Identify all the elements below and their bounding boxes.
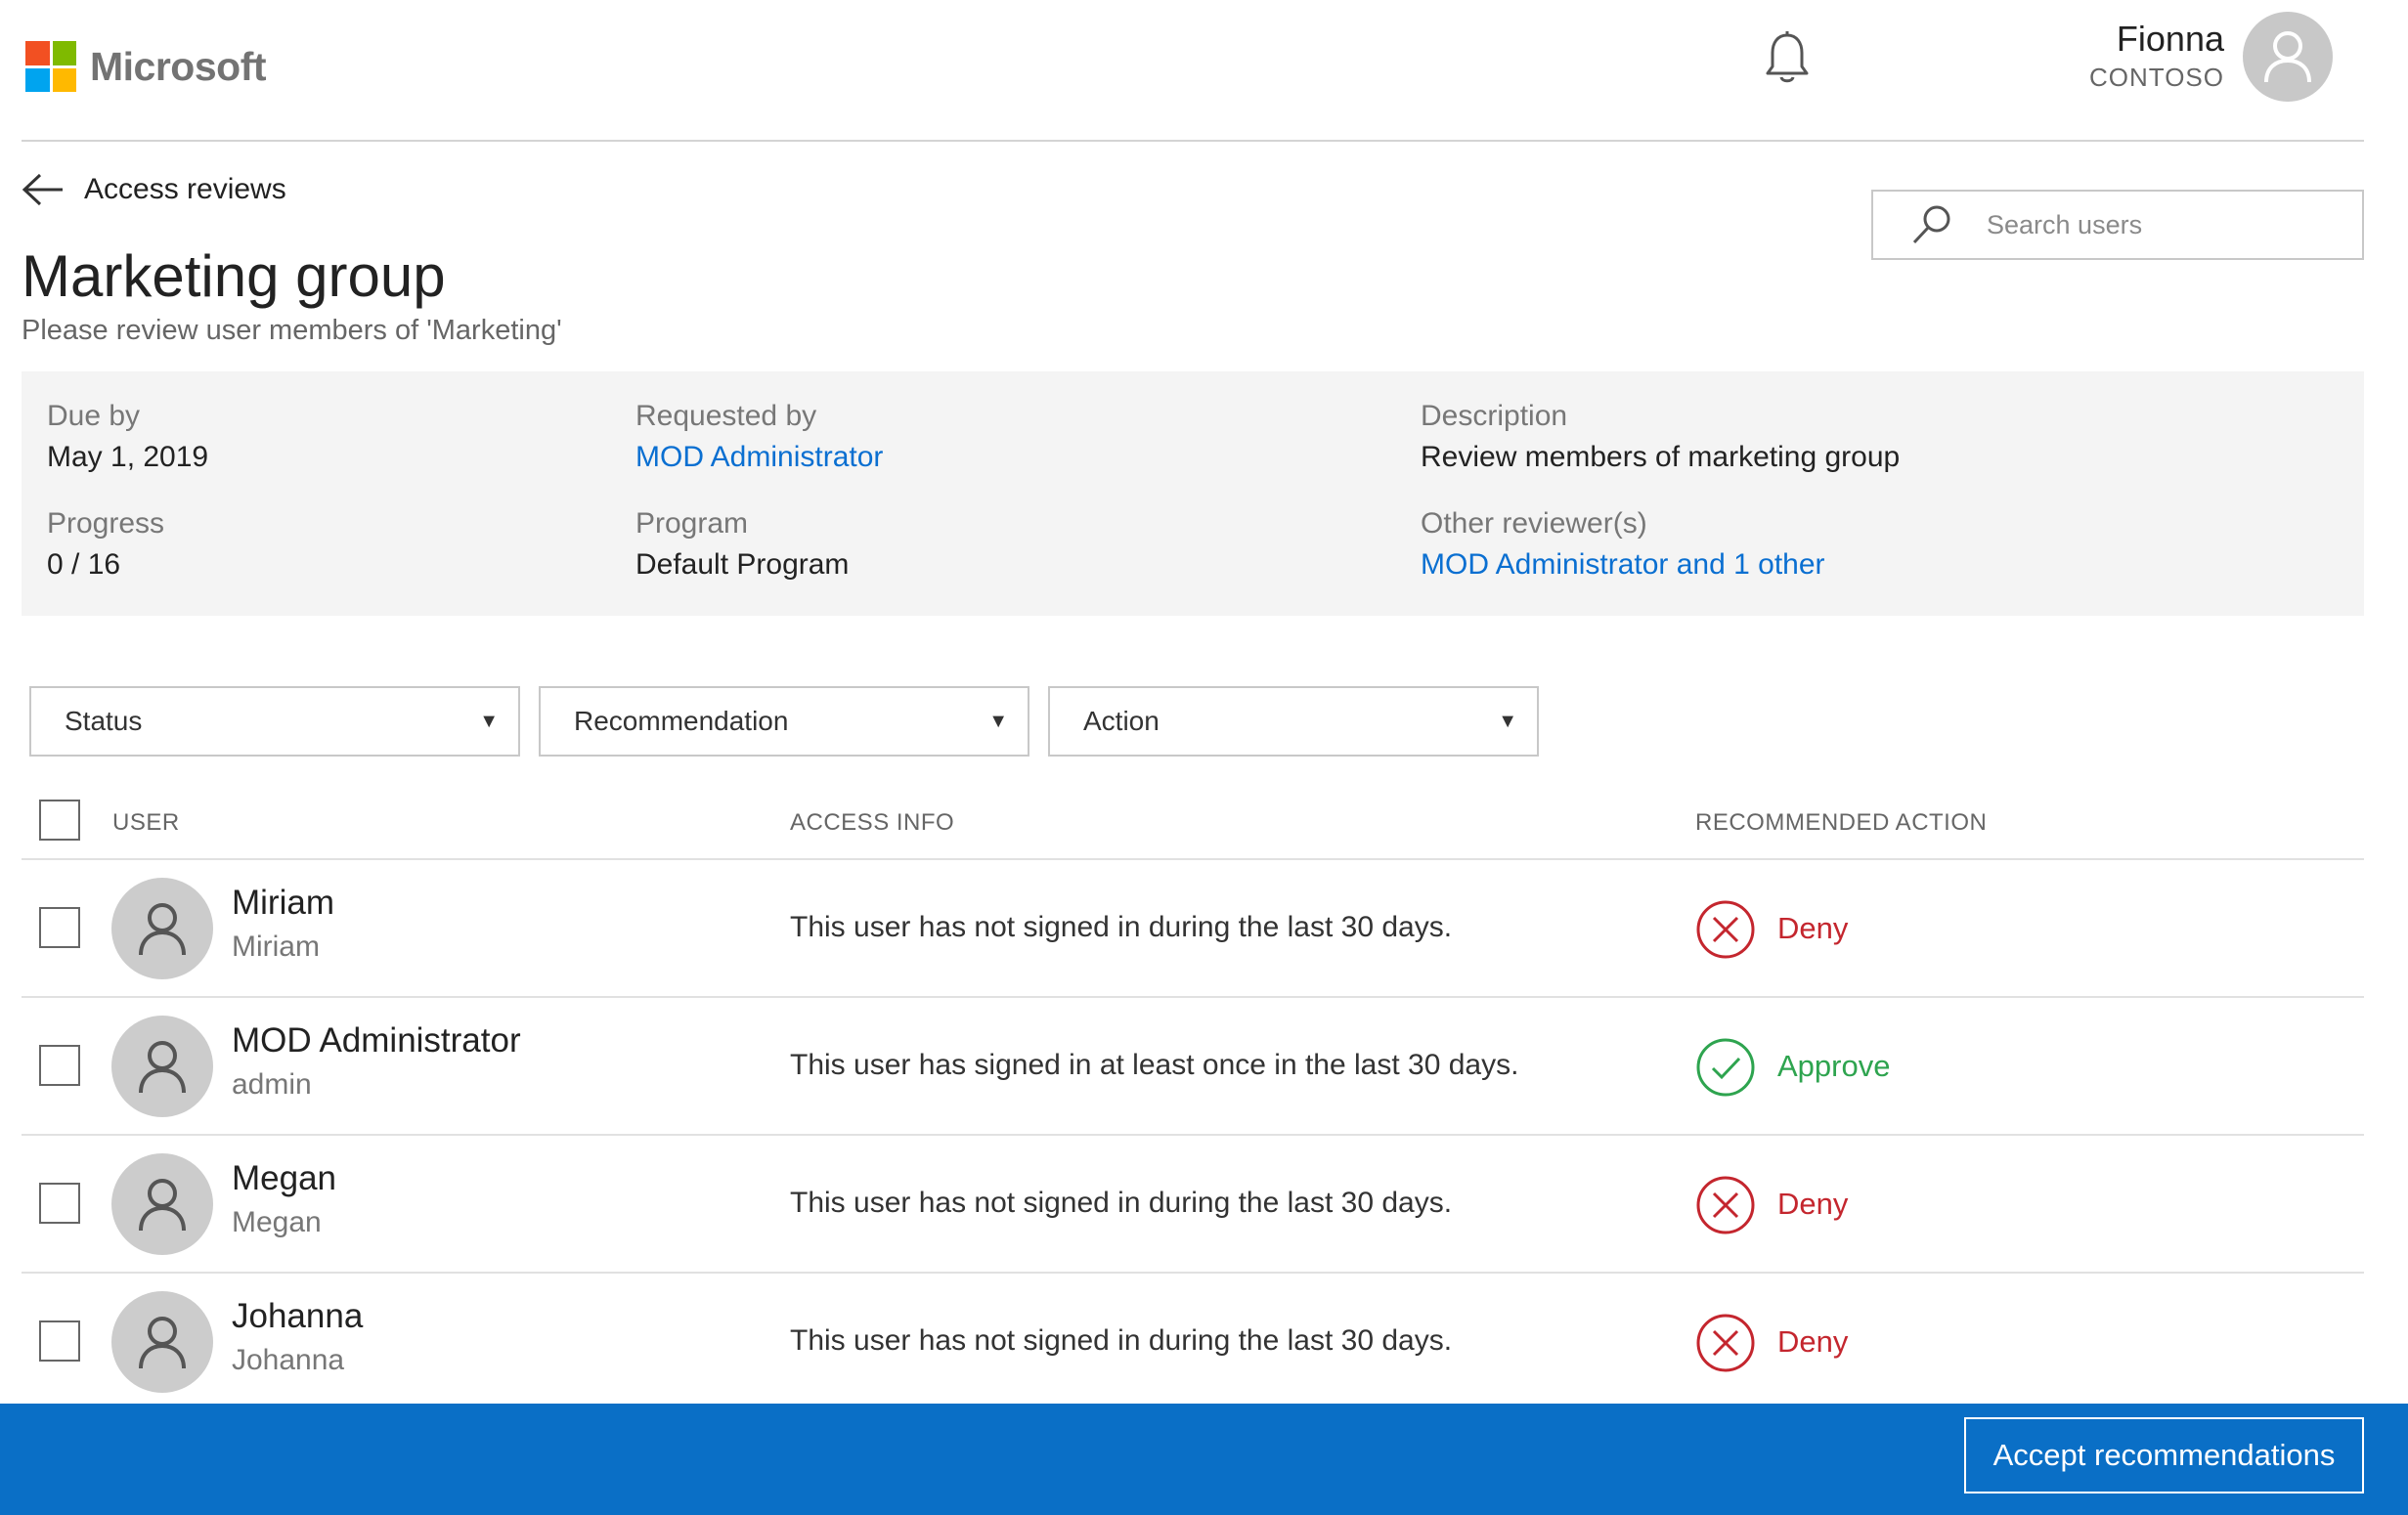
access-info: This user has not signed in during the l… xyxy=(790,911,1453,943)
other-reviewers-field: Other reviewer(s) MOD Administrator and … xyxy=(1421,504,1825,586)
action-filter-label: Action xyxy=(1083,706,1160,736)
access-info: This user has not signed in during the l… xyxy=(790,1187,1453,1219)
top-bar: Microsoft Fionna CONTOSO xyxy=(0,0,2408,143)
recommendation-label: Approve xyxy=(1777,1049,1891,1083)
user-alias: Miriam xyxy=(232,931,320,963)
footer-action-bar: Accept recommendations xyxy=(0,1404,2408,1515)
review-details-panel: Due by May 1, 2019 Progress 0 / 16 Reque… xyxy=(22,371,2364,616)
avatar xyxy=(111,1153,213,1255)
description-value: Review members of marketing group xyxy=(1421,441,1901,473)
header-divider xyxy=(22,140,2364,142)
due-by-field: Due by May 1, 2019 xyxy=(47,397,208,479)
due-by-value: May 1, 2019 xyxy=(47,441,209,473)
column-header-access-info[interactable]: ACCESS INFO xyxy=(790,809,954,837)
recommendation-label: Deny xyxy=(1777,911,1849,945)
deny-icon xyxy=(1696,1176,1755,1234)
user-name: Fionna xyxy=(2116,19,2224,59)
other-reviewers-link[interactable]: MOD Administrator and 1 other xyxy=(1421,543,1825,586)
user-display-name: Miriam xyxy=(232,884,334,922)
row-checkbox[interactable] xyxy=(39,1183,80,1224)
other-reviewers-label: Other reviewer(s) xyxy=(1421,507,1647,540)
program-label: Program xyxy=(635,507,749,540)
user-alias: Johanna xyxy=(232,1344,345,1376)
user-display-name: Megan xyxy=(232,1159,337,1197)
search-box[interactable] xyxy=(1871,190,2364,260)
access-info: This user has signed in at least once in… xyxy=(790,1049,1519,1081)
chevron-down-icon: ▼ xyxy=(988,710,1008,732)
chevron-down-icon: ▼ xyxy=(479,710,499,732)
select-all-checkbox[interactable] xyxy=(39,800,80,841)
microsoft-brand[interactable]: Microsoft xyxy=(25,41,267,92)
column-header-recommended-action[interactable]: RECOMMENDED ACTION xyxy=(1695,809,1987,837)
progress-label: Progress xyxy=(47,507,165,540)
avatar xyxy=(111,1291,213,1393)
requested-by-label: Requested by xyxy=(635,400,817,432)
description-field: Description Review members of marketing … xyxy=(1421,397,1900,479)
row-checkbox[interactable] xyxy=(39,1045,80,1086)
requested-by-field: Requested by MOD Administrator xyxy=(635,397,883,479)
row-checkbox[interactable] xyxy=(39,907,80,948)
avatar xyxy=(111,878,213,979)
microsoft-logo-icon xyxy=(25,41,76,92)
progress-field: Progress 0 / 16 xyxy=(47,504,164,586)
access-info: This user has not signed in during the l… xyxy=(790,1324,1453,1357)
user-org: CONTOSO xyxy=(2089,63,2224,92)
person-icon xyxy=(2264,31,2311,83)
search-icon xyxy=(1912,205,1950,244)
accept-recommendations-button[interactable]: Accept recommendations xyxy=(1964,1417,2364,1493)
approve-check-icon xyxy=(1696,1038,1755,1097)
recommendation-filter-dropdown[interactable]: Recommendation ▼ xyxy=(539,686,1029,757)
program-field: Program Default Program xyxy=(635,504,849,586)
back-to-access-reviews[interactable]: Access reviews xyxy=(22,172,286,207)
progress-value: 0 / 16 xyxy=(47,548,121,581)
back-link-label: Access reviews xyxy=(84,173,286,205)
recommendation-label: Deny xyxy=(1777,1324,1849,1359)
person-icon xyxy=(139,1041,186,1094)
row-checkbox[interactable] xyxy=(39,1320,80,1362)
table-row[interactable]: Miriam Miriam This user has not signed i… xyxy=(22,860,2364,998)
recommendation-label: Deny xyxy=(1777,1187,1849,1221)
recommendation-filter-label: Recommendation xyxy=(574,706,789,736)
page-title: Marketing group xyxy=(22,243,446,309)
user-alias: admin xyxy=(232,1068,312,1101)
bell-icon[interactable] xyxy=(1763,29,1812,86)
avatar[interactable] xyxy=(2243,12,2333,102)
search-input[interactable] xyxy=(1987,209,2319,240)
status-filter-label: Status xyxy=(65,706,143,736)
table-header: USER ACCESS INFO RECOMMENDED ACTION xyxy=(22,794,2364,860)
person-icon xyxy=(139,903,186,956)
person-icon xyxy=(139,1317,186,1369)
description-label: Description xyxy=(1421,400,1568,432)
action-filter-dropdown[interactable]: Action ▼ xyxy=(1048,686,1539,757)
column-header-user[interactable]: USER xyxy=(112,809,180,837)
due-by-label: Due by xyxy=(47,400,141,432)
deny-icon xyxy=(1696,900,1755,959)
requested-by-link[interactable]: MOD Administrator xyxy=(635,436,883,479)
page-subtitle: Please review user members of 'Marketing… xyxy=(22,315,562,346)
user-display-name: Johanna xyxy=(232,1297,364,1335)
chevron-down-icon: ▼ xyxy=(1498,710,1517,732)
user-account[interactable]: Fionna CONTOSO xyxy=(2089,18,2224,94)
user-alias: Megan xyxy=(232,1206,322,1238)
status-filter-dropdown[interactable]: Status ▼ xyxy=(29,686,520,757)
table-row[interactable]: Megan Megan This user has not signed in … xyxy=(22,1136,2364,1274)
program-value: Default Program xyxy=(635,548,850,581)
user-display-name: MOD Administrator xyxy=(232,1021,521,1060)
table-row[interactable]: Johanna Johanna This user has not signed… xyxy=(22,1274,2364,1411)
deny-icon xyxy=(1696,1314,1755,1372)
avatar xyxy=(111,1016,213,1117)
arrow-left-icon xyxy=(22,173,63,206)
person-icon xyxy=(139,1179,186,1232)
table-row[interactable]: MOD Administrator admin This user has si… xyxy=(22,998,2364,1136)
brand-name: Microsoft xyxy=(90,43,267,89)
